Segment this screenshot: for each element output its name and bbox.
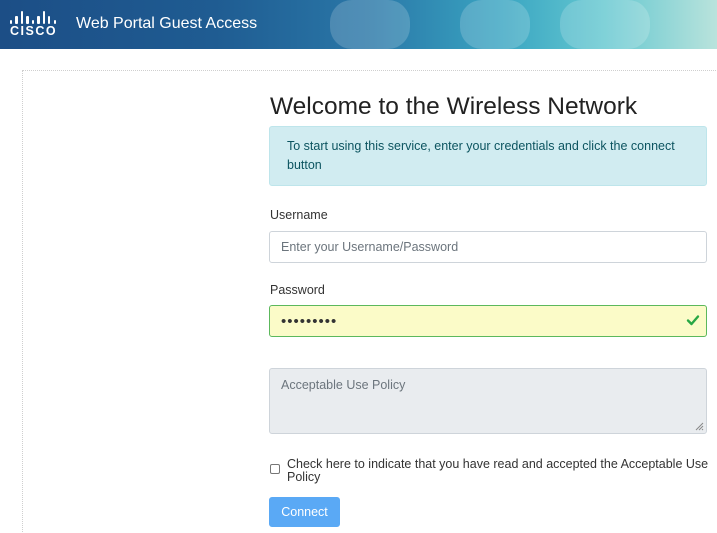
- header-decoration: [560, 0, 650, 49]
- cisco-logo: CISCO: [10, 11, 58, 39]
- password-input[interactable]: [269, 305, 707, 337]
- checkmark-icon: [686, 315, 700, 326]
- portal-title: Web Portal Guest Access: [76, 15, 258, 32]
- cisco-wordmark: CISCO: [10, 24, 58, 38]
- header-decoration: [460, 0, 530, 49]
- header-decoration: [330, 0, 410, 49]
- accept-aup-checkbox[interactable]: [270, 464, 280, 474]
- page-title: Welcome to the Wireless Network: [270, 93, 638, 120]
- username-input[interactable]: [269, 231, 707, 263]
- username-label: Username: [270, 208, 328, 222]
- info-alert: To start using this service, enter your …: [269, 126, 707, 186]
- acceptable-use-policy-textarea[interactable]: [269, 368, 707, 434]
- resize-handle-icon[interactable]: [694, 421, 704, 431]
- connect-button[interactable]: Connect: [269, 497, 340, 527]
- portal-header: CISCO Web Portal Guest Access: [0, 0, 717, 49]
- password-label: Password: [270, 283, 325, 297]
- cisco-logo-bars-icon: [10, 11, 56, 24]
- accept-aup-label[interactable]: Check here to indicate that you have rea…: [287, 458, 712, 484]
